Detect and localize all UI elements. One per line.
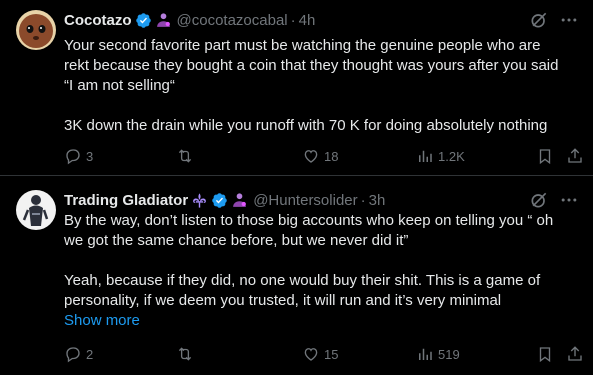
avatar[interactable] xyxy=(16,190,56,230)
share-button[interactable] xyxy=(566,345,584,363)
tweet-top-icons xyxy=(529,190,579,210)
like-button[interactable]: 18 xyxy=(302,147,338,165)
tweet-line: “I am not selling“ xyxy=(64,77,175,94)
fleur-de-lis-icon xyxy=(193,192,207,208)
share-icon xyxy=(568,346,582,361)
affiliate-badge-icon[interactable] xyxy=(231,192,248,209)
timestamp[interactable]: 4h xyxy=(299,12,316,29)
verified-icon[interactable] xyxy=(211,192,228,209)
separator-dot: · xyxy=(290,11,296,29)
tweet-line: Your second favorite part must be watchi… xyxy=(64,37,541,54)
like-count: 15 xyxy=(324,346,339,362)
tweet-line: rekt because they bought a coin that the… xyxy=(64,57,559,74)
bookmark-button[interactable] xyxy=(536,345,554,363)
display-name[interactable]: Cocotazo xyxy=(64,12,132,29)
tweet-line: By the way, don’t listen to those big ac… xyxy=(64,212,554,229)
tweet-line: personality, if we deem you trusted, it … xyxy=(64,292,502,309)
handle[interactable]: @cocotazocabal xyxy=(177,12,288,29)
share-icon xyxy=(568,148,582,163)
views-button[interactable]: 519 xyxy=(416,345,460,363)
bookmark-icon xyxy=(539,149,551,165)
retweet-icon xyxy=(178,347,192,361)
retweet-icon xyxy=(178,149,192,163)
views-button[interactable]: 1.2K xyxy=(416,147,465,165)
reply-button[interactable]: 2 xyxy=(64,345,93,363)
tweet-header: Trading Gladiator @Huntersolider · 3h xyxy=(64,190,385,210)
show-more-link[interactable]: Show more xyxy=(64,312,140,329)
action-bar: 3 18 1.2K xyxy=(64,146,582,166)
retweet-button[interactable] xyxy=(176,345,194,363)
more-icon[interactable] xyxy=(559,190,579,210)
share-button[interactable] xyxy=(566,147,584,165)
views-icon xyxy=(419,348,432,360)
handle[interactable]: @Huntersolider xyxy=(253,192,357,209)
views-icon xyxy=(419,150,432,162)
grok-icon[interactable] xyxy=(529,190,549,210)
retweet-button[interactable] xyxy=(176,147,194,165)
more-icon[interactable] xyxy=(559,10,579,30)
grok-icon[interactable] xyxy=(529,10,549,30)
tweet-line: we got the same chance before, but we ne… xyxy=(64,232,409,249)
like-icon xyxy=(304,348,318,361)
tweet-text: By the way, don’t listen to those big ac… xyxy=(64,211,579,311)
bookmark-icon xyxy=(539,347,551,363)
like-count: 18 xyxy=(324,148,339,164)
reply-count: 3 xyxy=(86,148,94,164)
display-name[interactable]: Trading Gladiator xyxy=(64,192,188,209)
timestamp[interactable]: 3h xyxy=(369,192,386,209)
reply-icon xyxy=(66,347,80,363)
reply-button[interactable]: 3 xyxy=(64,147,93,165)
reply-count: 2 xyxy=(86,346,94,362)
bookmark-button[interactable] xyxy=(536,147,554,165)
view-count: 519 xyxy=(438,346,460,362)
affiliate-badge-icon[interactable] xyxy=(155,12,172,29)
separator-dot: · xyxy=(360,191,366,209)
tweet-line: 3K down the drain while you runoff with … xyxy=(64,117,548,134)
tweet-top-icons xyxy=(529,10,579,30)
like-icon xyxy=(304,150,318,163)
reply-icon xyxy=(66,149,80,165)
verified-icon[interactable] xyxy=(135,12,152,29)
action-bar: 2 15 519 xyxy=(64,344,582,364)
avatar[interactable] xyxy=(16,10,56,50)
tweet-header: Cocotazo @cocotazocabal · 4h xyxy=(64,10,315,30)
like-button[interactable]: 15 xyxy=(302,345,338,363)
tweet-text: Your second favorite part must be watchi… xyxy=(64,36,579,136)
tweet-line: Yeah, because if they did, no one would … xyxy=(64,272,541,289)
view-count: 1.2K xyxy=(438,148,465,164)
